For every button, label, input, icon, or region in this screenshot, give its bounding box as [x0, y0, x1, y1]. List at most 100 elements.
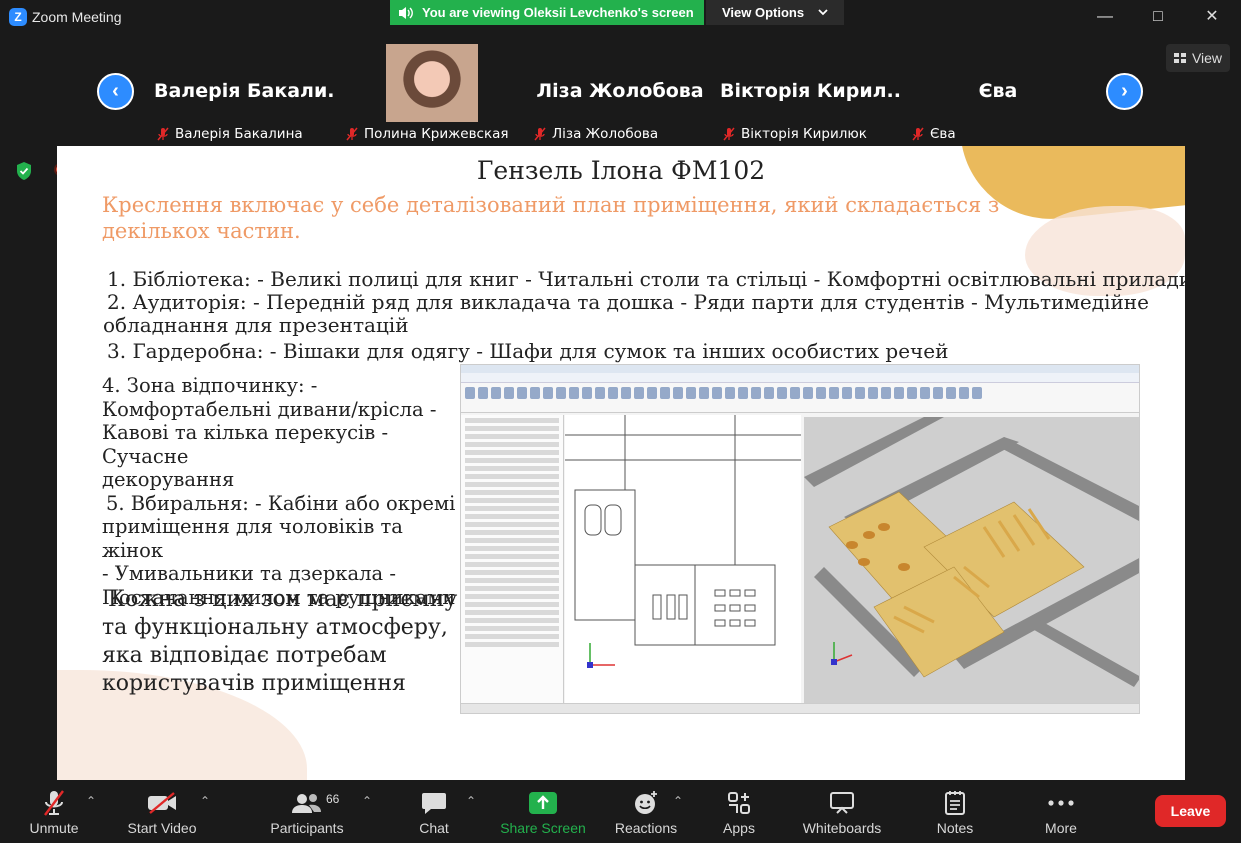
whiteboards-label: Whiteboards: [802, 820, 882, 836]
share-screen-button[interactable]: Share Screen: [500, 780, 586, 843]
cad-menu: [461, 373, 1139, 383]
participant-tile[interactable]: Валерія Бакали... Валерія Бакалина: [150, 36, 336, 146]
start-video-button[interactable]: Start Video: [122, 780, 202, 843]
whiteboards-button[interactable]: Whiteboards: [798, 780, 886, 843]
view-label: View: [1191, 50, 1223, 66]
slide-item: 2. Аудиторія: - Передній ряд для виклада…: [107, 290, 1149, 314]
chat-button[interactable]: Chat: [414, 780, 454, 843]
participant-name: Полина Крижевская: [364, 126, 509, 142]
leave-button[interactable]: Leave: [1155, 795, 1226, 827]
participant-display-name: Валерія Бакали...: [154, 80, 336, 102]
participant-display-name: Ліза Жолобова: [536, 80, 704, 102]
slide-line: декорування: [102, 468, 235, 491]
grid-icon: [1173, 53, 1186, 63]
slide-line: Кожна з цих зон має приємну: [108, 587, 458, 612]
participant-video: [386, 44, 478, 122]
participants-count: 66: [326, 792, 340, 806]
chevron-down-icon: [818, 9, 828, 16]
slide-line: та функціональну атмосферу,: [102, 615, 448, 640]
slide-line: користувачів приміщення: [102, 671, 406, 696]
participant-name: Ліза Жолобова: [552, 126, 659, 142]
share-screen-label: Share Screen: [500, 820, 586, 836]
zoom-logo-icon: Z: [9, 8, 27, 26]
participant-name: Валерія Бакалина: [175, 126, 303, 142]
audio-options-chevron-icon[interactable]: ⌃: [86, 794, 96, 808]
muted-mic-icon: [912, 127, 924, 141]
reactions-icon: [635, 791, 657, 814]
notes-label: Notes: [936, 820, 974, 836]
participants-options-chevron-icon[interactable]: ⌃: [362, 794, 372, 808]
maximize-button[interactable]: □: [1143, 4, 1173, 30]
slide-line: 5. Вбиральня: - Кабіни або окремі: [106, 491, 456, 515]
title-bar: Z Zoom Meeting You are viewing Oleksii L…: [0, 0, 1241, 36]
reactions-button[interactable]: Reactions: [612, 780, 680, 843]
chat-options-chevron-icon[interactable]: ⌃: [466, 794, 476, 808]
participant-tile[interactable]: Єва Єва: [905, 36, 1091, 146]
participant-label: Єва: [911, 126, 956, 142]
reactions-label: Reactions: [614, 820, 678, 836]
previous-page-button[interactable]: ‹: [97, 73, 134, 110]
cad-screenshot: [460, 364, 1140, 714]
security-shield-icon[interactable]: [16, 162, 32, 180]
participant-tile[interactable]: Полина Крижевская: [339, 36, 525, 146]
participant-label: Вікторія Кирилюк: [722, 126, 867, 142]
participant-label: Ліза Жолобова: [533, 126, 658, 142]
participant-display-name: Вікторія Кирил...: [720, 80, 902, 102]
slide-item: обладнання для презентацій: [103, 313, 409, 337]
viewing-banner-text: You are viewing Oleksii Levchenko's scre…: [422, 5, 694, 20]
slide-line: приміщення для чоловіків та жінок: [102, 515, 403, 562]
cad-3d-view: [804, 417, 1139, 703]
slide-line: яка відповідає потребам: [102, 643, 387, 668]
apps-button[interactable]: Apps: [718, 780, 760, 843]
cad-properties-panel: [461, 415, 564, 703]
cad-statusbar: [461, 703, 1139, 713]
more-icon: [1048, 800, 1074, 806]
close-button[interactable]: ✕: [1197, 4, 1227, 30]
start-video-label: Start Video: [127, 820, 197, 836]
cad-ribbon: [461, 383, 1139, 413]
minimize-button[interactable]: —: [1090, 4, 1120, 30]
participant-tile[interactable]: Вікторія Кирил... Вікторія Кирилюк: [716, 36, 902, 146]
notes-button[interactable]: Notes: [932, 780, 978, 843]
view-options-button[interactable]: View Options: [706, 0, 844, 25]
participant-strip: ‹ Валерія Бакали... Валерія Бакалина Пол…: [0, 36, 1241, 146]
participant-name: Вікторія Кирилюк: [741, 126, 867, 142]
slide-line: - Умивальники та дзеркала -: [102, 562, 396, 585]
chat-icon: [422, 793, 446, 814]
share-screen-icon: [529, 792, 557, 814]
participant-tile[interactable]: Ліза Жолобова Ліза Жолобова: [527, 36, 713, 146]
slide-item: 1. Бібліотека: - Великі полиці для книг …: [107, 267, 1185, 291]
participants-icon: [292, 794, 321, 813]
viewing-banner: You are viewing Oleksii Levchenko's scre…: [390, 0, 704, 25]
view-button[interactable]: View: [1166, 44, 1230, 72]
participant-display-name: Єва: [978, 80, 1018, 102]
slide-left-column: 4. Зона відпочинку: - Комфортабельні див…: [102, 374, 462, 609]
slide-closing: Кожна з цих зон має приємну та функціона…: [102, 586, 462, 698]
apps-label: Apps: [723, 820, 755, 836]
speaker-icon: [399, 6, 413, 19]
cad-floor-plan: [565, 415, 801, 703]
more-label: More: [1045, 820, 1077, 836]
slide-subtitle: Креслення включає у себе деталізований п…: [102, 193, 1000, 243]
participants-button[interactable]: Participants: [266, 780, 348, 843]
view-options-label: View Options: [722, 5, 805, 20]
participant-label: Валерія Бакалина: [156, 126, 303, 142]
muted-mic-icon: [346, 127, 358, 141]
notes-icon: [945, 791, 965, 815]
camera-off-icon: [148, 792, 176, 814]
muted-mic-icon: [157, 127, 169, 141]
reactions-options-chevron-icon[interactable]: ⌃: [673, 794, 683, 808]
microphone-muted-icon: [44, 790, 64, 816]
slide-line: 4. Зона відпочинку: -: [102, 374, 318, 397]
chat-label: Chat: [419, 820, 449, 836]
window-title: Zoom Meeting: [32, 9, 122, 25]
unmute-button[interactable]: Unmute: [24, 780, 84, 843]
more-button[interactable]: More: [1040, 780, 1082, 843]
meeting-toolbar: Unmute ⌃ Start Video ⌃ Participants 66 ⌃…: [0, 780, 1241, 843]
next-page-button[interactable]: ›: [1106, 73, 1143, 110]
slide-line: Кавові та кілька перекусів - Сучасне: [102, 421, 389, 468]
apps-icon: [728, 792, 750, 814]
video-options-chevron-icon[interactable]: ⌃: [200, 794, 210, 808]
slide-item: 3. Гардеробна: - Вішаки для одягу - Шафи…: [107, 339, 949, 363]
muted-mic-icon: [723, 127, 735, 141]
